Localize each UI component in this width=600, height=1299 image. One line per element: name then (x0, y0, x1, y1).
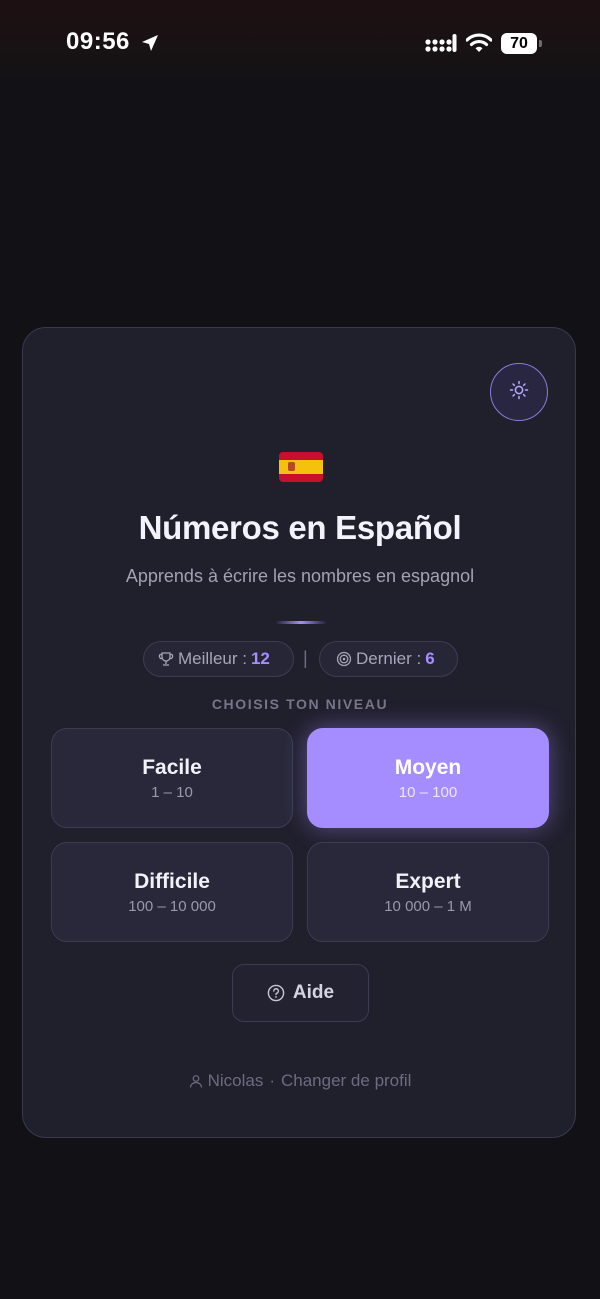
level-range: 1 – 10 (151, 784, 193, 801)
last-score-badge: Dernier : 6 (319, 641, 458, 677)
change-profile-link[interactable]: Changer de profil (281, 1071, 411, 1091)
profile-name: Nicolas (207, 1071, 264, 1090)
battery-icon: 70 (501, 33, 542, 54)
status-time: 09:56 (66, 28, 130, 55)
title-divider (275, 621, 327, 624)
level-button-expert[interactable]: Expert 10 000 – 1 M (307, 842, 549, 942)
page-title: Números en Español (138, 509, 462, 546)
profile-row: Nicolas · Changer de profil (23, 1071, 577, 1091)
level-range: 10 000 – 1 M (384, 898, 472, 915)
level-name: Moyen (394, 756, 462, 779)
best-score-label: Meilleur : (178, 649, 247, 668)
wifi-icon (465, 33, 493, 58)
level-range: 10 – 100 (398, 784, 458, 801)
location-arrow-icon (141, 34, 159, 57)
user-icon (189, 1074, 203, 1088)
stats-separator: | (303, 648, 308, 668)
profile-separator: · (269, 1071, 275, 1090)
page-subtitle: Apprends à écrire les nombres en espagno… (125, 566, 475, 586)
help-label: Aide (292, 982, 335, 1003)
level-button-difficile[interactable]: Difficile 100 – 10 000 (51, 842, 293, 942)
level-button-facile[interactable]: Facile 1 – 10 (51, 728, 293, 828)
spain-flag-icon (279, 452, 323, 482)
level-range: 100 – 10 000 (128, 898, 216, 915)
level-name: Difficile (134, 870, 210, 893)
level-name: Facile (142, 756, 202, 779)
help-button[interactable]: Aide (232, 964, 369, 1022)
level-button-moyen[interactable]: Moyen 10 – 100 (307, 728, 549, 828)
trophy-icon (158, 651, 174, 667)
cellular-signal-icon (425, 33, 457, 58)
battery-tip (539, 40, 542, 47)
status-bar: 09:56 70 (0, 0, 600, 86)
level-name: Expert (395, 870, 461, 893)
best-score-value: 12 (250, 649, 270, 668)
target-icon (336, 651, 352, 667)
help-circle-icon (267, 984, 285, 1002)
theme-toggle-button[interactable] (490, 363, 548, 421)
last-score-label: Dernier : (356, 649, 422, 668)
battery-level: 70 (501, 33, 537, 54)
level-heading: CHOISIS TON NIVEAU (211, 696, 389, 712)
best-score-badge: Meilleur : 12 (143, 641, 294, 677)
last-score-value: 6 (425, 649, 435, 668)
sun-icon (509, 380, 529, 405)
home-card: Números en Español Apprends à écrire les… (22, 327, 576, 1138)
